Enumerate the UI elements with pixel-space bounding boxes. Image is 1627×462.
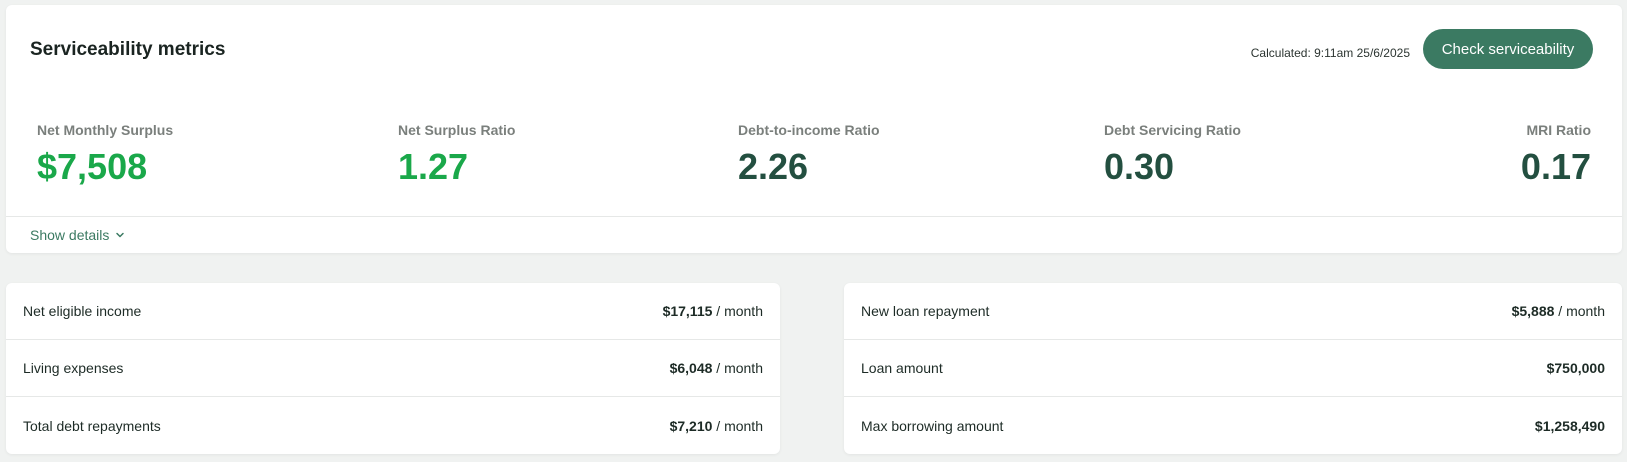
metric-value: 0.17 — [1520, 146, 1591, 187]
serviceability-metrics-card: Serviceability metrics Calculated: 9:11a… — [6, 5, 1622, 253]
row-value: $5,888 / month — [1511, 303, 1605, 319]
row-value: $750,000 — [1546, 360, 1605, 376]
row-value: $1,258,490 — [1534, 417, 1605, 434]
table-row: New loan repayment $5,888 / month — [844, 283, 1622, 340]
metric-label: Net Surplus Ratio — [398, 122, 516, 138]
table-row: Living expenses $6,048 / month — [6, 340, 780, 397]
metric-mri-ratio: MRI Ratio 0.17 — [1521, 122, 1591, 188]
metric-net-monthly-surplus: Net Monthly Surplus $7,508 — [37, 122, 173, 188]
metric-debt-to-income-ratio: Debt-to-income Ratio 2.26 — [738, 122, 880, 188]
table-row: Loan amount $750,000 — [844, 340, 1622, 397]
row-label: New loan repayment — [861, 303, 990, 319]
metric-value: $7,508 — [37, 146, 148, 187]
row-label: Max borrowing amount — [861, 417, 1004, 434]
metric-net-surplus-ratio: Net Surplus Ratio 1.27 — [398, 122, 515, 188]
page-title: Serviceability metrics — [30, 39, 226, 60]
metric-value: 0.30 — [1104, 146, 1175, 187]
check-serviceability-button[interactable]: Check serviceability — [1423, 29, 1593, 69]
calculated-timestamp: Calculated: 9:11am 25/6/2025 — [1250, 46, 1410, 60]
row-label: Net eligible income — [23, 303, 142, 319]
metric-label: MRI Ratio — [1526, 122, 1591, 138]
loan-details-card: New loan repayment $5,888 / month Loan a… — [844, 283, 1622, 454]
table-row: Total debt repayments $7,210 / month — [6, 397, 780, 454]
show-details-toggle[interactable]: Show details — [30, 227, 125, 243]
metric-label: Debt Servicing Ratio — [1104, 122, 1241, 138]
show-details-label: Show details — [30, 227, 110, 243]
row-value: $17,115 / month — [662, 303, 763, 319]
table-row: Max borrowing amount $1,258,490 — [844, 397, 1622, 454]
table-row: Net eligible income $17,115 / month — [6, 283, 780, 340]
metric-label: Debt-to-income Ratio — [738, 122, 880, 138]
income-details-card: Net eligible income $17,115 / month Livi… — [6, 283, 780, 454]
row-label: Total debt repayments — [23, 417, 161, 434]
row-value: $6,048 / month — [669, 360, 763, 376]
chevron-down-icon — [116, 232, 125, 238]
metric-label: Net Monthly Surplus — [37, 122, 174, 138]
divider — [6, 216, 1622, 217]
metric-value: 1.27 — [398, 146, 469, 187]
row-value: $7,210 / month — [669, 417, 763, 434]
row-label: Loan amount — [861, 360, 943, 376]
metric-value: 2.26 — [738, 146, 809, 187]
metric-debt-servicing-ratio: Debt Servicing Ratio 0.30 — [1104, 122, 1241, 188]
row-label: Living expenses — [23, 360, 124, 376]
